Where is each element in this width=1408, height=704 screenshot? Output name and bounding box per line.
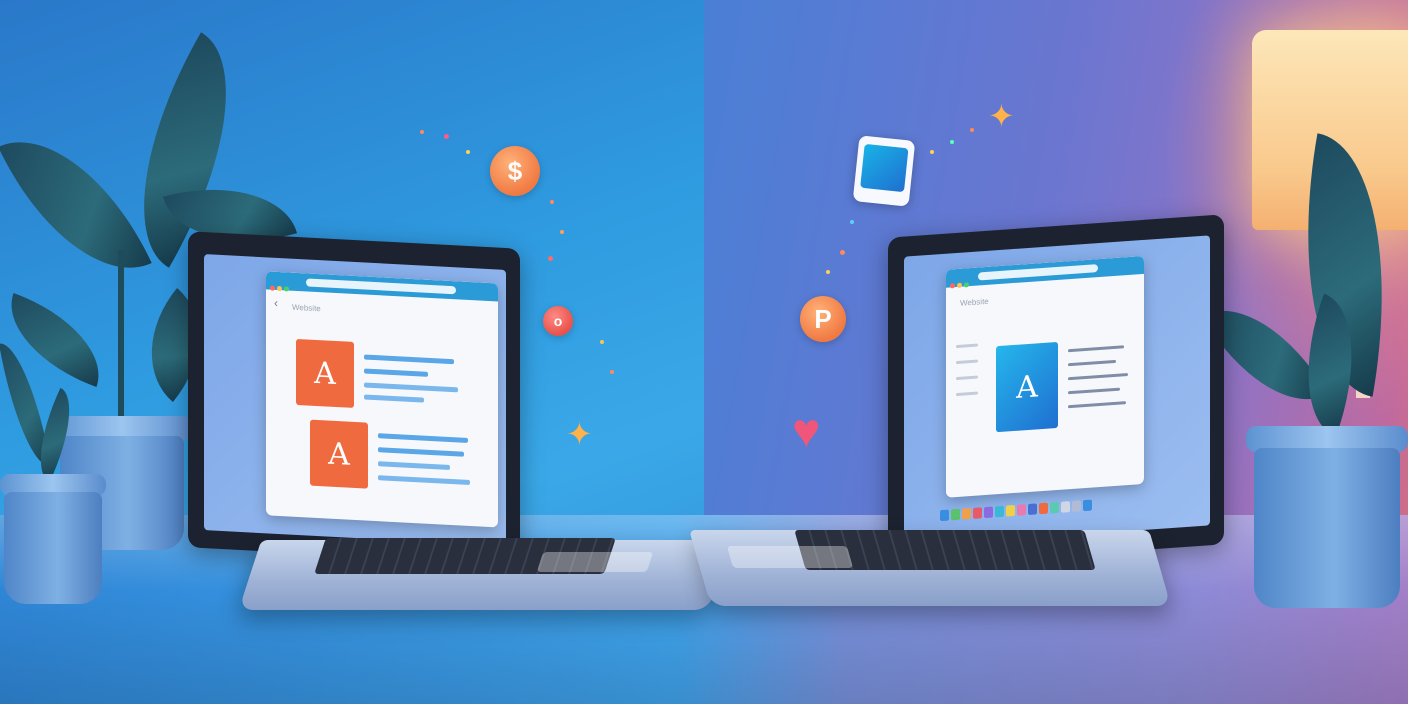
text-line [1068,359,1116,367]
scene: ‹ Website A A Website A $ o ✦ ✦ P ♥ [0,0,1408,704]
sidebar-line [956,343,978,349]
text-line [364,382,458,393]
text-line [364,354,454,365]
p-coin-icon: P [800,296,846,342]
text-line [364,368,428,377]
text-line [378,475,470,486]
right-laptop-screen: Website A [904,235,1210,547]
sidebar-line [956,375,978,381]
sidebar-line [956,391,978,397]
dollar-coin-icon: $ [490,146,540,196]
app-card-icon [852,135,916,207]
window-title: Website [292,302,321,314]
app-tile-1[interactable]: A [296,338,354,408]
text-line [1068,387,1120,395]
text-line [1068,345,1124,353]
app-tile-main[interactable]: A [996,341,1058,433]
text-line [1068,401,1126,409]
right-trackpad [726,546,854,568]
back-arrow-icon[interactable]: ‹ [274,296,278,310]
sidebar-line [956,359,978,365]
right-browser-window: Website A [946,255,1144,498]
left-trackpad [536,552,654,572]
heart-icon: ♥ [792,405,821,458]
browser-toolbar [946,255,1144,289]
dock [940,499,1092,522]
sparkle-icon: ✦ [988,98,1015,134]
app-tile-2[interactable]: A [310,419,368,489]
text-line [378,461,450,470]
url-bar[interactable] [978,264,1098,281]
text-line [378,433,468,443]
text-line [364,394,424,403]
url-bar[interactable] [306,278,456,295]
left-laptop-screen: ‹ Website A A [204,254,506,546]
text-line [378,447,464,457]
text-line [1068,373,1128,381]
sparkle-icon: ✦ [566,416,593,452]
left-browser-window: ‹ Website A A [266,271,498,528]
window-title: Website [960,296,989,308]
browser-toolbar [266,271,498,302]
small-coin-icon: o [543,306,573,336]
